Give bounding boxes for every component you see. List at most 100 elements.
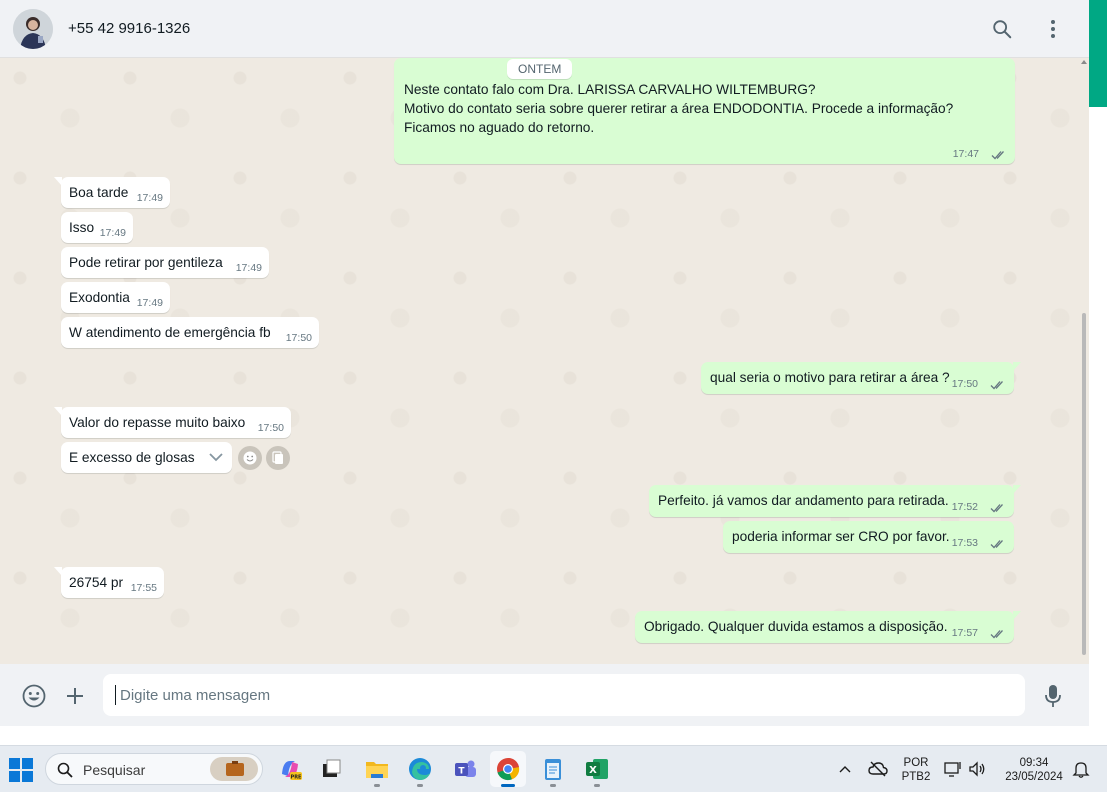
scroll-thumb[interactable] (1082, 313, 1086, 655)
chevron-down-icon[interactable] (208, 450, 224, 469)
bubble-tail (54, 177, 62, 186)
window-bottom-edge (0, 726, 1089, 745)
bubble-tail (54, 407, 62, 416)
message-input-placeholder: Digite uma mensagem (120, 687, 271, 704)
file-explorer-icon[interactable] (359, 751, 395, 787)
message-text: Ficamos no aguado do retorno. (404, 120, 595, 135)
message-time: 17:49 (136, 192, 163, 204)
message-time: 17:49 (136, 297, 163, 309)
message-time: 17:52 (951, 501, 978, 513)
message-outgoing[interactable]: qual seria o motivo para retirar a área … (701, 362, 1021, 394)
bubble-tail (1013, 362, 1021, 371)
language-code: POR (903, 757, 929, 769)
message-outgoing[interactable]: Perfeito. já vamos dar andamento para re… (649, 485, 1021, 517)
message-outgoing[interactable]: Neste contato falo com Dra. LARISSA CARV… (394, 58, 1015, 164)
copilot-icon[interactable]: PRE (272, 751, 308, 787)
message-text: Pode retirar por gentileza (69, 255, 223, 270)
message-time: 17:53 (951, 537, 978, 549)
volume-icon[interactable] (964, 751, 990, 787)
network-icon[interactable] (940, 751, 966, 787)
cloud-offline-icon[interactable] (861, 751, 895, 787)
message-time: 17:49 (235, 262, 262, 274)
running-indicator (374, 784, 380, 787)
chat-area[interactable]: Neste contato falo com Dra. LARISSA CARV… (0, 58, 1089, 664)
taskbar-search-label: Pesquisar (83, 762, 146, 778)
message-text: Isso (69, 220, 95, 235)
text-caret (115, 685, 116, 705)
message-text: qual seria o motivo para retirar a área … (710, 370, 950, 385)
search-highlight-icon (210, 757, 258, 781)
clock-date: 23/05/2024 (1005, 771, 1063, 783)
message-incoming[interactable]: 26754 pr 17:55 (54, 567, 164, 598)
active-indicator (501, 784, 515, 787)
date-chip: ONTEM (507, 59, 573, 79)
message-incoming[interactable]: Isso 17:49 (61, 212, 133, 243)
teams-icon[interactable]: T (447, 751, 483, 787)
scroll-up-arrow-icon[interactable] (1081, 60, 1087, 64)
react-emoji-icon[interactable] (238, 446, 262, 470)
double-check-icon (991, 151, 1004, 160)
message-outgoing[interactable]: poderia informar ser CRO por favor. 17:5… (723, 521, 1014, 553)
excel-icon[interactable]: X (579, 751, 615, 787)
message-incoming[interactable]: Boa tarde 17:49 (54, 177, 170, 208)
contact-avatar[interactable] (13, 9, 53, 49)
message-incoming[interactable]: Pode retirar por gentileza 17:49 (61, 247, 269, 278)
plus-icon[interactable] (62, 683, 88, 709)
message-incoming[interactable]: Valor do repasse muito baixo 17:50 (54, 407, 291, 438)
keyboard-layout: PTB2 (901, 771, 931, 783)
edge-icon[interactable] (402, 751, 438, 787)
message-incoming[interactable]: Exodontia 17:49 (61, 282, 170, 313)
message-outgoing[interactable]: Obrigado. Qualquer duvida estamos a disp… (635, 611, 1021, 643)
taskbar-search[interactable]: Pesquisar (45, 753, 263, 785)
message-text: W atendimento de emergência fb (69, 325, 271, 340)
double-check-icon (990, 381, 1003, 390)
running-indicator (594, 784, 600, 787)
message-text: Exodontia (69, 290, 130, 305)
contact-name[interactable]: +55 42 9916-1326 (68, 20, 190, 37)
message-text: Boa tarde (69, 185, 129, 200)
message-time: 17:50 (285, 332, 312, 344)
message-input[interactable]: Digite uma mensagem (103, 674, 1025, 716)
clock-time: 09:34 (1019, 757, 1049, 769)
search-icon[interactable] (990, 17, 1014, 41)
message-incoming-hovered[interactable]: E excesso de glosas (61, 442, 232, 473)
message-text: E excesso de glosas (69, 450, 195, 465)
svg-text:T: T (458, 767, 465, 777)
windows-taskbar: Pesquisar PRE T X POR PTB2 09:34 23/05/2… (0, 745, 1107, 792)
emoji-icon[interactable] (21, 683, 47, 709)
windows-start-icon[interactable] (9, 758, 33, 782)
task-view-icon[interactable] (313, 751, 349, 787)
message-time: 17:49 (99, 227, 126, 239)
double-check-icon (990, 630, 1003, 639)
search-icon (57, 762, 73, 778)
message-text: 26754 pr (69, 575, 124, 590)
double-check-icon (990, 540, 1003, 549)
forward-copy-icon[interactable] (266, 446, 290, 470)
chevron-up-icon[interactable] (828, 751, 862, 787)
message-composer: Digite uma mensagem (0, 664, 1089, 726)
message-text: Motivo do contato seria sobre querer ret… (404, 101, 954, 116)
microphone-icon[interactable] (1040, 683, 1066, 709)
language-indicator[interactable]: POR PTB2 (898, 756, 934, 784)
svg-text:X: X (589, 765, 597, 776)
accent-bar (1089, 0, 1107, 107)
message-text: Neste contato falo com Dra. LARISSA CARV… (404, 82, 816, 97)
chrome-icon[interactable] (490, 751, 526, 787)
bubble-tail (54, 567, 62, 576)
bubble-tail (1013, 485, 1021, 494)
message-time: 17:57 (951, 627, 978, 639)
notepad-icon[interactable] (535, 751, 571, 787)
message-text: Valor do repasse muito baixo (69, 415, 246, 430)
message-time: 17:47 (952, 148, 979, 160)
double-check-icon (990, 504, 1003, 513)
clock[interactable]: 09:34 23/05/2024 (998, 756, 1070, 784)
menu-kebab-icon[interactable] (1041, 17, 1065, 41)
bubble-tail (1013, 611, 1021, 620)
message-time: 17:50 (257, 422, 284, 434)
chat-scrollbar[interactable] (1080, 58, 1087, 664)
message-text: Obrigado. Qualquer duvida estamos a disp… (644, 619, 948, 634)
window-edge (1089, 107, 1107, 745)
notification-bell-icon[interactable] (1068, 751, 1094, 787)
message-incoming[interactable]: W atendimento de emergência fb 17:50 (61, 317, 319, 348)
message-time: 17:50 (951, 378, 978, 390)
